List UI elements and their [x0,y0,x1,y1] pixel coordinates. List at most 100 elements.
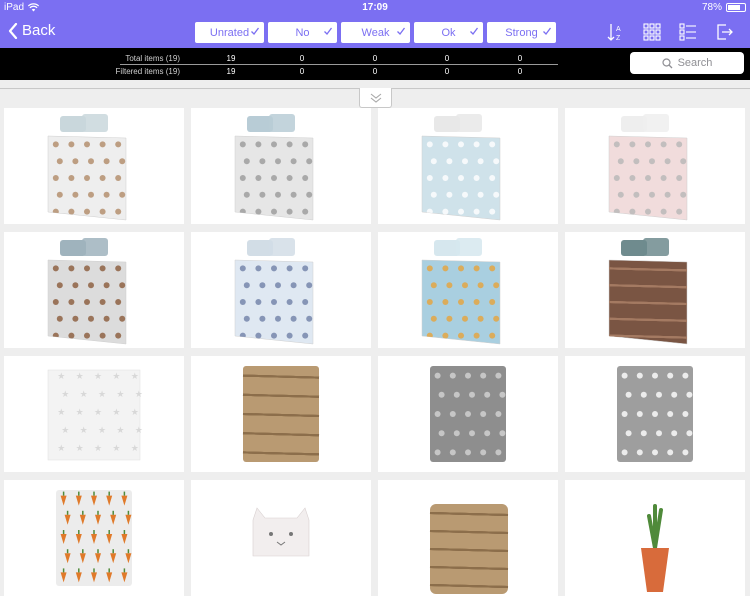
svg-text:★: ★ [80,426,88,436]
svg-text:★: ★ [116,390,124,400]
product-tile[interactable] [4,480,184,596]
nav-bar: Back Unrated No Weak Ok Strong A Z [0,16,750,48]
product-tile[interactable] [565,108,745,224]
svg-text:★: ★ [76,408,84,418]
rating-filter-group: Unrated No Weak Ok Strong [195,22,556,43]
list-view-icon[interactable] [678,22,698,42]
product-tile[interactable]: ★ ★ ★ ★ ★ ★ ★ ★ ★ ★ ★ ★ ★ ★ ★ ★ ★ ★ ★ ★ ★ ★ ★ ★ ★ [4,356,184,472]
filter-unrated-button[interactable]: Unrated [195,22,264,43]
chevron-left-icon [8,22,18,39]
product-tile[interactable] [565,356,745,472]
filter-strong-button[interactable]: Strong [487,22,556,43]
stats-value: 19 [226,54,236,63]
search-input[interactable]: Search [630,52,744,74]
svg-text:★: ★ [116,426,124,436]
svg-text:★: ★ [94,372,102,382]
stats-value: 0 [444,67,450,76]
filter-label: Weak [361,26,390,39]
svg-text:★: ★ [131,408,139,418]
svg-text:★: ★ [80,390,88,400]
svg-text:★: ★ [57,372,65,382]
stats-value: 0 [517,54,523,63]
product-tile[interactable] [378,232,558,348]
stats-value: 0 [372,54,378,63]
svg-text:A: A [616,26,621,33]
status-bar: iPad 17:09 78% [0,0,750,16]
product-tile[interactable] [378,356,558,472]
svg-text:★: ★ [112,408,120,418]
product-image [47,114,127,221]
svg-text:★: ★ [131,372,139,382]
status-time: 17:09 [362,2,388,13]
battery-percent: 78% [701,2,722,13]
stats-row-filtered: Filtered items (19) 19 0 0 0 0 [0,65,600,78]
back-button[interactable]: Back [8,22,55,39]
product-image [608,114,688,221]
product-tile[interactable] [565,232,745,348]
product-tile[interactable] [4,232,184,348]
product-tile[interactable] [565,480,745,596]
stats-value: 0 [444,54,450,63]
status-right: 78% [702,2,746,13]
product-tile[interactable] [191,356,371,472]
expand-panel-button[interactable] [359,88,392,108]
svg-text:★: ★ [94,444,102,454]
product-image [421,114,501,221]
product-image [608,238,688,345]
filter-label: Unrated [209,26,250,39]
product-image [617,366,693,462]
product-tile[interactable] [191,232,371,348]
product-image [421,238,501,345]
battery-icon [726,3,746,12]
svg-text:★: ★ [98,390,106,400]
svg-text:★: ★ [135,426,143,436]
svg-text:★: ★ [61,426,69,436]
product-tile[interactable] [378,480,558,596]
sort-az-icon[interactable]: A Z [606,22,626,42]
search-icon [661,57,673,68]
svg-text:★: ★ [98,426,106,436]
svg-text:★: ★ [57,408,65,418]
product-image [47,238,127,345]
stats-label: Total items (19) [125,54,180,63]
stats-value: 0 [299,67,305,76]
filter-label: Strong [505,26,538,39]
svg-text:★: ★ [76,372,84,382]
product-image [429,504,509,594]
search-placeholder: Search [677,57,713,69]
svg-text:★: ★ [61,390,69,400]
grid-view-icon[interactable] [642,22,662,42]
filter-no-button[interactable]: No [268,22,337,43]
svg-text:★: ★ [94,408,102,418]
product-image [56,490,132,586]
product-tile[interactable] [191,480,371,596]
stats-bar: Total items (19) 19 0 0 0 0 Filtered ite… [0,48,750,80]
svg-text:★: ★ [131,444,139,454]
filter-label: Ok [441,26,456,39]
product-tile[interactable] [191,108,371,224]
filter-weak-button[interactable]: Weak [341,22,410,43]
check-icon [324,27,333,35]
product-tile[interactable] [4,108,184,224]
stats-value: 0 [372,67,378,76]
product-tile[interactable] [378,108,558,224]
filter-label: No [295,26,310,39]
back-label: Back [22,22,56,39]
double-chevron-down-icon [370,93,381,103]
svg-text:★: ★ [76,444,84,454]
check-icon [397,27,406,35]
stats-value: 19 [226,67,236,76]
product-image: ★ ★ ★ ★ ★ ★ ★ ★ ★ ★ ★ ★ ★ ★ ★ ★ ★ ★ ★ ★ ★ ★ ★ ★ ★ [47,369,143,461]
filter-ok-button[interactable]: Ok [414,22,483,43]
export-icon[interactable] [714,22,734,42]
stats-value: 0 [299,54,305,63]
check-icon [543,27,552,35]
svg-text:★: ★ [57,444,65,454]
stats-label: Filtered items (19) [115,67,180,76]
product-image [252,507,310,557]
panel-collapse-bar [0,80,750,108]
svg-text:★: ★ [135,390,143,400]
stats-value: 0 [517,67,523,76]
product-image [242,366,320,462]
svg-text:★: ★ [112,444,120,454]
